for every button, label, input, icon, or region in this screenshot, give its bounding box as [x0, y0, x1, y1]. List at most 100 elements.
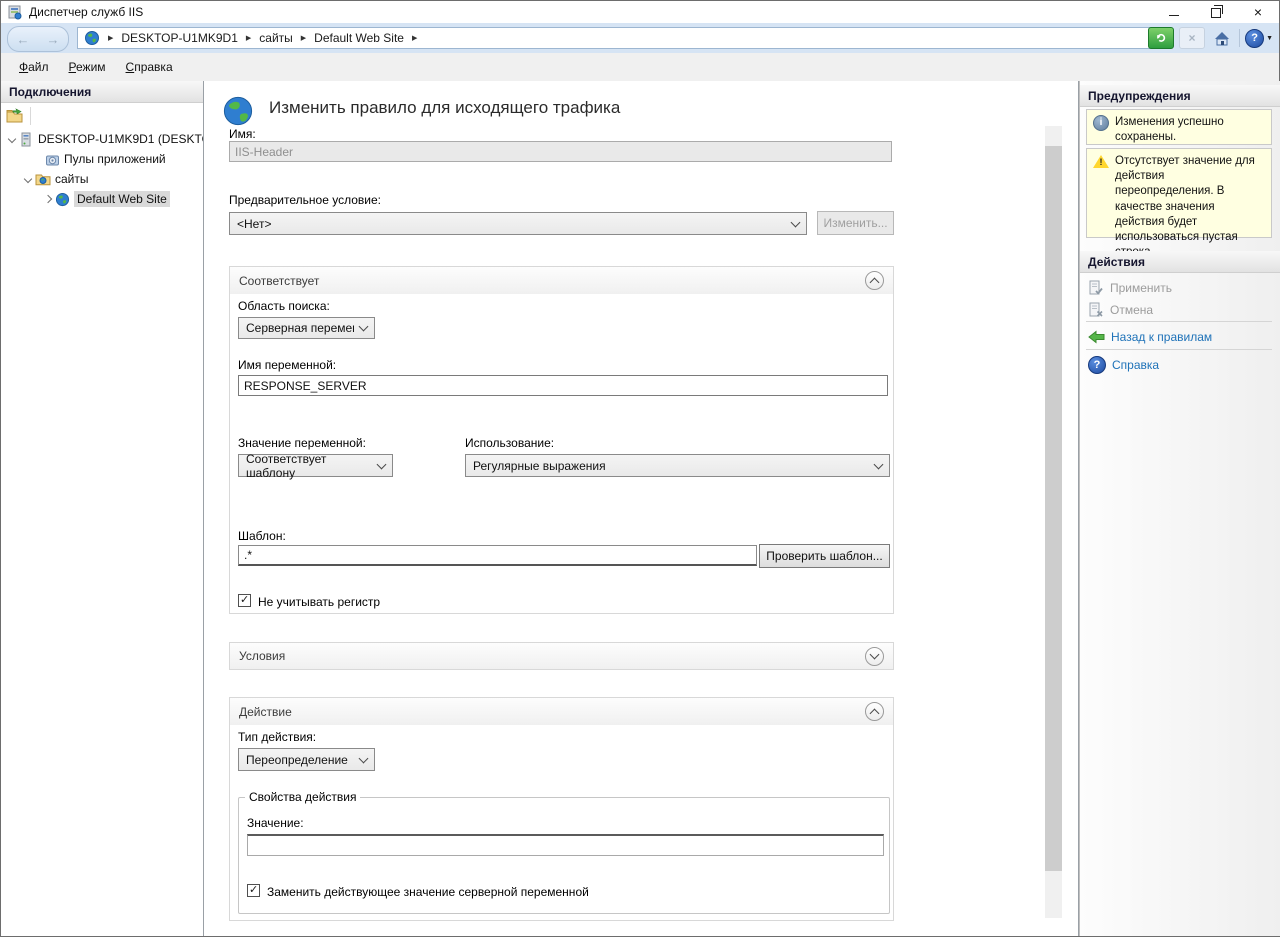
edit-precondition-button: Изменить... [817, 211, 894, 235]
chevron-right-icon[interactable] [44, 195, 52, 203]
breadcrumb-item-server[interactable]: DESKTOP-U1MK9D1 [121, 31, 237, 45]
refresh-icon[interactable] [1148, 27, 1174, 49]
breadcrumb[interactable]: ▶ DESKTOP-U1MK9D1 ▶ сайты ▶ Default Web … [77, 27, 1155, 49]
breadcrumb-item-sites[interactable]: сайты [259, 31, 293, 45]
chevron-down-icon [791, 217, 801, 227]
ignore-case-label: Не учитывать регистр [258, 595, 380, 609]
page-globe-icon [222, 95, 254, 127]
info-alert-text: Изменения успешно сохранены. [1115, 115, 1265, 139]
action-section-title: Действие [239, 705, 292, 719]
scroll-up-button[interactable] [1045, 126, 1062, 143]
expand-conditions-button[interactable] [865, 647, 884, 666]
chevron-down-icon [377, 459, 387, 469]
warning-alert-text: Отсутствует значение для действия переоп… [1115, 154, 1265, 232]
scroll-down-button[interactable] [1045, 901, 1062, 918]
variable-value-select[interactable]: Соответствует шаблону [238, 454, 393, 477]
conditions-section: Условия [229, 642, 894, 670]
variable-name-label: Имя переменной: [238, 358, 336, 372]
action-properties-legend: Свойства действия [245, 790, 360, 804]
help-menu-button[interactable]: ? ▼ [1245, 29, 1273, 48]
breadcrumb-separator-icon: ▶ [246, 34, 251, 42]
test-pattern-button[interactable]: Проверить шаблон... [759, 544, 890, 568]
help-icon: ? [1245, 29, 1264, 48]
scrollbar-thumb[interactable] [1045, 146, 1062, 871]
conditions-section-title: Условия [239, 649, 285, 663]
tree-item-sites[interactable]: сайты [1, 169, 203, 189]
action-type-select[interactable]: Переопределение [238, 748, 375, 771]
edit-outbound-rule-page: Изменить правило для исходящего трафика … [205, 81, 1079, 936]
back-icon[interactable]: ← [17, 32, 30, 47]
connections-header: Подключения [1, 81, 203, 103]
breadcrumb-globe-icon [84, 30, 100, 46]
chevron-up-icon [870, 708, 880, 718]
chevron-down-icon[interactable] [8, 135, 16, 143]
match-section: Соответствует Область поиска: Серверная … [229, 266, 894, 614]
server-icon [19, 132, 34, 147]
apply-icon [1088, 280, 1104, 296]
main-scrollbar[interactable] [1045, 126, 1062, 918]
help-dropdown-icon: ▼ [1266, 35, 1273, 42]
warning-alert: Отсутствует значение для действия переоп… [1086, 148, 1272, 238]
menu-file[interactable]: Файл [9, 55, 59, 79]
connections-toolbar [1, 103, 203, 129]
menu-view[interactable]: Режим [59, 55, 116, 79]
chevron-down-icon [874, 459, 884, 469]
breadcrumb-separator-icon: ▶ [412, 34, 417, 42]
save-connection-icon[interactable] [6, 108, 24, 124]
breadcrumb-separator-icon: ▶ [301, 34, 306, 42]
precondition-label: Предварительное условие: [229, 193, 381, 207]
back-to-rules-link[interactable]: Назад к правилам [1088, 329, 1212, 345]
replace-existing-checkbox[interactable] [247, 884, 260, 897]
pattern-input[interactable] [238, 545, 757, 566]
match-section-title: Соответствует [239, 274, 319, 288]
minimize-button[interactable] [1153, 1, 1195, 23]
tree-item-label: Default Web Site [74, 191, 170, 207]
help-icon: ? [1088, 356, 1106, 374]
scope-label: Область поиска: [238, 299, 330, 313]
alerts-header: Предупреждения [1080, 85, 1280, 107]
tree-item-server[interactable]: DESKTOP-U1MK9D1 (DESKTOP [1, 129, 203, 149]
chevron-down-icon[interactable] [24, 175, 32, 183]
collapse-match-button[interactable] [865, 271, 884, 290]
using-select[interactable]: Регулярные выражения [465, 454, 890, 477]
collapse-action-button[interactable] [865, 702, 884, 721]
scope-select[interactable]: Серверная переменн [238, 317, 375, 339]
precondition-select[interactable]: <Нет> [229, 212, 807, 235]
actions-header: Действия [1080, 251, 1280, 273]
close-button[interactable]: × [1237, 1, 1279, 23]
back-arrow-icon [1088, 329, 1105, 345]
breadcrumb-separator-icon: ▶ [108, 34, 113, 42]
breadcrumb-item-site[interactable]: Default Web Site [314, 31, 404, 45]
variable-value-label: Значение переменной: [238, 436, 366, 450]
restore-button[interactable] [1195, 1, 1237, 23]
forward-icon[interactable]: → [47, 32, 60, 47]
help-link[interactable]: ? Справка [1088, 356, 1159, 374]
cancel-icon [1088, 302, 1104, 318]
info-icon: i [1093, 115, 1109, 131]
title-bar: Диспетчер служб IIS × [1, 1, 1279, 23]
window-title: Диспетчер служб IIS [29, 5, 143, 19]
app-pools-icon [45, 152, 60, 167]
right-panel: Предупреждения i Изменения успешно сохра… [1079, 81, 1280, 936]
page-title: Изменить правило для исходящего трафика [269, 98, 620, 118]
menu-help[interactable]: Справка [116, 55, 183, 79]
connections-tree: DESKTOP-U1MK9D1 (DESKTOP Пулы приложений… [1, 129, 203, 209]
stop-icon: × [1179, 27, 1205, 49]
action-value-input[interactable] [247, 834, 884, 856]
home-icon[interactable] [1210, 28, 1234, 48]
tree-item-app-pools[interactable]: Пулы приложений [1, 149, 203, 169]
pattern-label: Шаблон: [238, 529, 286, 543]
using-label: Использование: [465, 436, 554, 450]
ignore-case-checkbox[interactable] [238, 594, 251, 607]
action-type-label: Тип действия: [238, 730, 316, 744]
warning-icon [1093, 154, 1109, 169]
chevron-down-icon [870, 650, 880, 660]
address-bar: ← → ▶ DESKTOP-U1MK9D1 ▶ сайты ▶ Default … [1, 23, 1279, 54]
name-label: Имя: [229, 127, 256, 141]
chevron-down-icon [359, 753, 369, 763]
action-value-label: Значение: [247, 816, 304, 830]
variable-name-input[interactable] [238, 375, 888, 396]
action-section: Действие Тип действия: Переопределение С… [229, 697, 894, 921]
iis-manager-window: Диспетчер служб IIS × ← → ▶ DESKTOP-U1MK… [0, 0, 1280, 937]
tree-item-default-web-site[interactable]: Default Web Site [1, 189, 203, 209]
